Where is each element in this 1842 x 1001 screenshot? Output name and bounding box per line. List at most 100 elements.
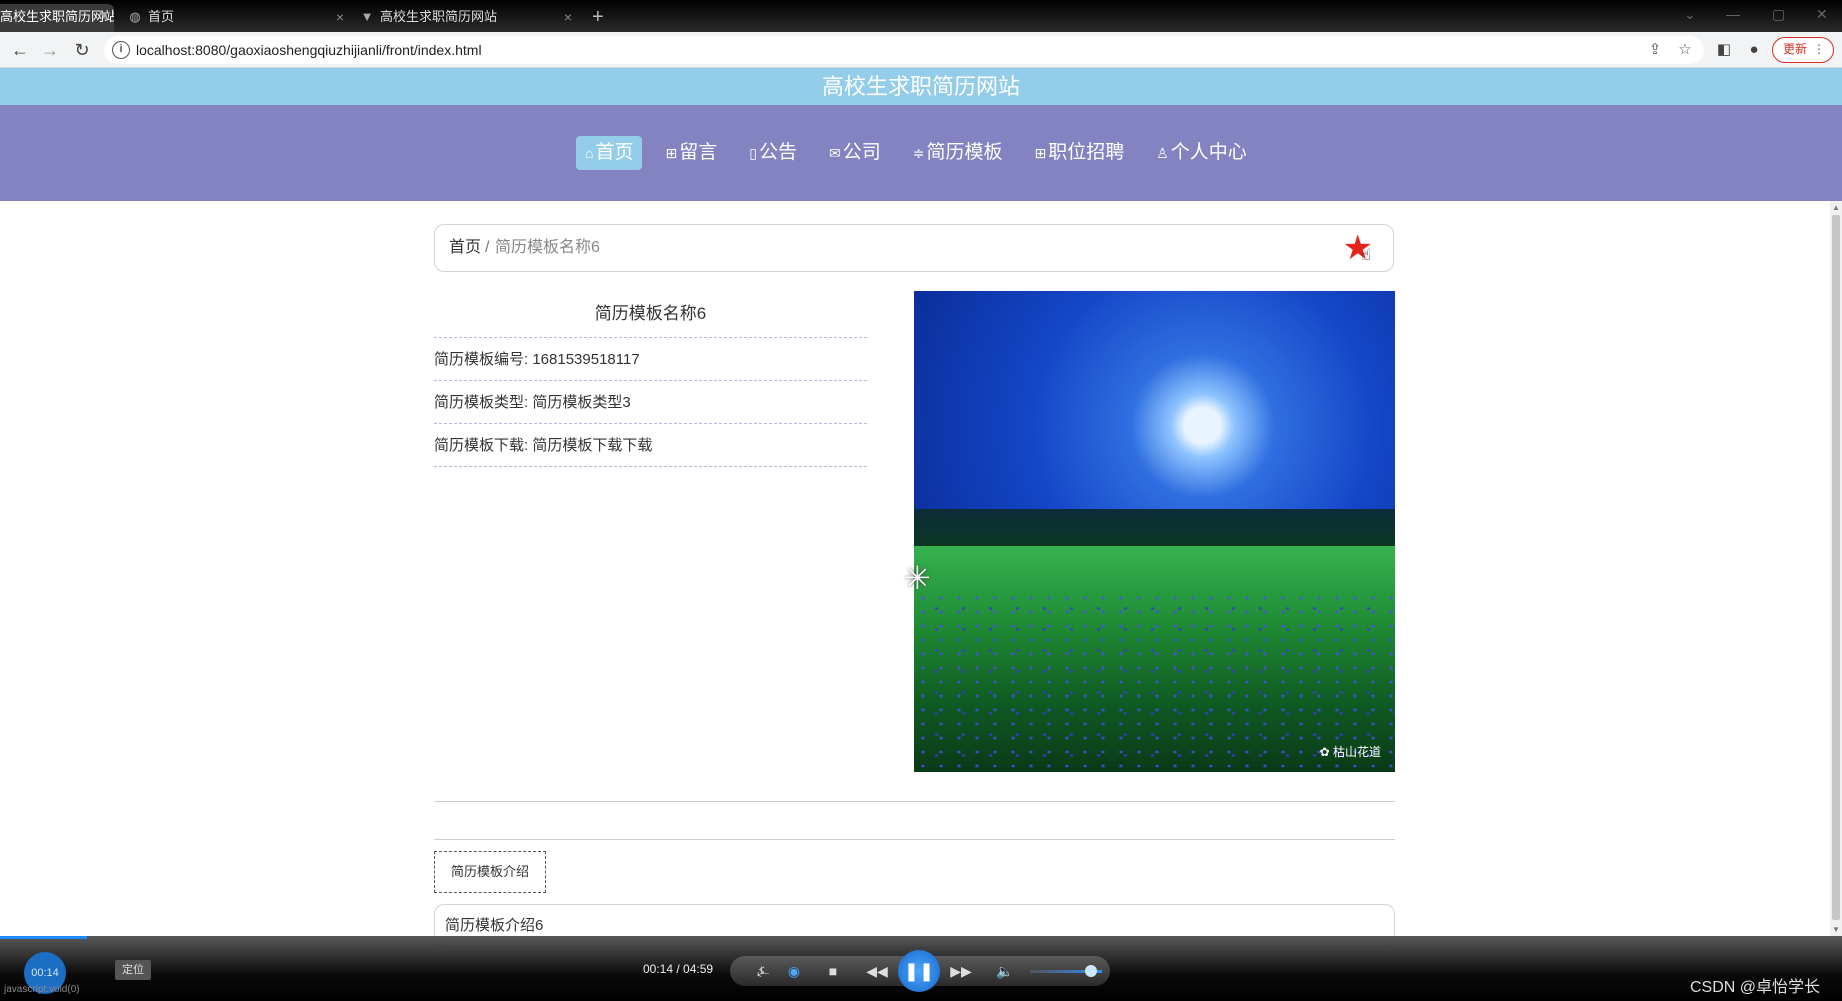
mail-icon: ✉ <box>828 145 841 161</box>
close-icon[interactable]: × <box>564 4 572 30</box>
site-title: 高校生求职简历网站 <box>821 74 1020 99</box>
wechat-icon: ✿ <box>1319 745 1330 759</box>
breadcrumb-separator: / <box>485 239 490 256</box>
volume-icon[interactable]: 🔈 <box>994 960 1016 982</box>
playback-time: 00:14 / 04:59 <box>643 962 714 976</box>
nav-label: 职位招聘 <box>1048 142 1125 163</box>
notice-icon: ▯ <box>749 145 757 161</box>
browser-tab-strip: 高校生求职简历网站 ▼ ◍ 首页 × ▼ 高校生求职简历网站 × + ⌄ — ▢ ✕ <box>0 0 1842 32</box>
breadcrumb: 首页 / 简历模板名称6 ★ ☝ <box>434 224 1394 272</box>
loop-icon[interactable]: ◉ <box>783 960 805 982</box>
globe-icon: ◍ <box>129 9 141 24</box>
vue-logo-icon: ▼ <box>98 8 110 22</box>
template-image: ✿ 枯山花道 <box>914 291 1395 772</box>
field-label: 简历模板下载: <box>434 437 529 454</box>
template-info: 简历模板名称6 简历模板编号: 1681539518117 简历模板类型: 简历… <box>434 289 867 467</box>
nav-item-job-postings[interactable]: ⊞ 职位招聘 <box>1025 136 1133 170</box>
user-icon: ♙ <box>1156 145 1169 161</box>
screen: 高校生求职简历网站 ▼ ◍ 首页 × ▼ 高校生求职简历网站 × + ⌄ — ▢ ✕… <box>0 0 1842 1001</box>
nav-list: ⌂ 首页 ⊞ 留言 ▯ 公告 ✉ 公司 ≑ 简历模板 ⊞ 职位招聘 ♙ 个人中心 <box>576 136 1256 170</box>
reload-icon[interactable]: ↻ <box>70 38 94 62</box>
locate-button[interactable]: 定位 <box>115 960 151 980</box>
back-icon[interactable]: ← <box>8 38 32 62</box>
field-template-download: 简历模板下载: 简历模板下载下载 <box>434 424 867 467</box>
minimize-icon[interactable]: — <box>1726 6 1740 22</box>
scroll-down-icon[interactable]: ▼ <box>1830 925 1842 934</box>
update-label: 更新 <box>1783 42 1808 56</box>
forward-icon[interactable]: → <box>38 38 62 62</box>
chevron-down-icon[interactable]: ⌄ <box>1684 6 1696 23</box>
nav-label: 留言 <box>679 142 718 163</box>
breadcrumb-home-link[interactable]: 首页 <box>449 225 481 271</box>
field-label: 简历模板类型: <box>434 394 529 411</box>
nav-label: 个人中心 <box>1170 142 1247 163</box>
pause-button[interactable]: ❚❚ <box>898 950 940 992</box>
update-button[interactable]: 更新 ⋮ <box>1772 37 1834 63</box>
nav-label: 公司 <box>842 142 881 163</box>
browser-toolbar: ← → ↻ i localhost:8080/gaoxiaoshengqiuzh… <box>0 32 1842 68</box>
scroll-up-icon[interactable]: ▲ <box>1830 203 1842 212</box>
tab-title: 首页 <box>148 9 175 24</box>
scrollbar-thumb[interactable] <box>1832 215 1840 920</box>
field-template-number: 简历模板编号: 1681539518117 <box>434 338 867 381</box>
nav-item-messages[interactable]: ⊞ 留言 <box>656 136 726 170</box>
field-value: 1681539518117 <box>532 351 640 368</box>
playback-progress[interactable] <box>0 936 1842 939</box>
download-link[interactable]: 简历模板下载下载 <box>532 437 652 454</box>
nav-item-home[interactable]: ⌂ 首页 <box>576 136 643 170</box>
nav-label: 首页 <box>595 142 634 163</box>
loading-spinner-icon: ✳ <box>904 560 931 596</box>
nav-label: 公告 <box>758 142 797 163</box>
rewind-icon[interactable]: ◀◀ <box>866 960 888 982</box>
tab-title: 高校生求职简历网站 <box>0 9 114 24</box>
home-icon: ⌂ <box>585 145 594 161</box>
vue-logo-icon: ▼ <box>360 9 374 24</box>
hand-cursor-icon: ☝ <box>1361 247 1371 264</box>
divider <box>434 801 1395 802</box>
tab-template-intro[interactable]: 简历模板介绍 <box>434 851 546 893</box>
profile-icon[interactable]: ● <box>1742 38 1766 62</box>
watermark-brand: CSDN @卓怡学长 <box>1690 979 1821 996</box>
breadcrumb-current: 简历模板名称6 <box>495 239 600 256</box>
url-text[interactable]: localhost:8080/gaoxiaoshengqiuzhijianli/… <box>136 36 482 64</box>
field-template-type: 简历模板类型: 简历模板类型3 <box>434 381 867 424</box>
nav-item-resume-templates[interactable]: ≑ 简历模板 <box>904 136 1012 170</box>
watermark-text: 枯山花道 <box>1332 745 1381 759</box>
site-title-bar: 高校生求职简历网站 <box>0 68 1842 105</box>
new-tab-button[interactable]: + <box>592 4 604 30</box>
divider <box>434 839 1395 840</box>
status-bar-text: javascript:void(0) <box>4 984 80 995</box>
video-player-bar: 00:14 定位 javascript:void(0) 00:14 / 04:5… <box>0 936 1842 1001</box>
list-icon: ≑ <box>912 145 925 161</box>
volume-knob[interactable] <box>1085 965 1097 977</box>
browser-tab-active[interactable]: 高校生求职简历网站 <box>0 4 114 32</box>
browser-tab-site[interactable]: ▼ 高校生求职简历网站 × <box>360 4 580 32</box>
grid-icon: ⊞ <box>1034 145 1047 161</box>
bookmark-star-icon[interactable]: ☆ <box>1675 40 1695 60</box>
fast-forward-icon[interactable]: ▶▶ <box>950 960 972 982</box>
nav-item-personal-center[interactable]: ♙ 个人中心 <box>1147 136 1256 170</box>
nav-label: 简历模板 <box>926 142 1003 163</box>
image-watermark: ✿ 枯山花道 <box>1320 743 1381 760</box>
message-icon: ⊞ <box>665 145 678 161</box>
tab-title: 高校生求职简历网站 <box>380 9 498 24</box>
progress-fill <box>0 936 87 939</box>
nav-item-companies[interactable]: ✉ 公司 <box>820 136 890 170</box>
browser-tab-home[interactable]: ◍ 首页 × <box>128 4 352 32</box>
site-info-icon[interactable]: i <box>112 41 130 59</box>
main-nav: ⌂ 首页 ⊞ 留言 ▯ 公告 ✉ 公司 ≑ 简历模板 ⊞ 职位招聘 ♙ 个人中心 <box>0 105 1842 201</box>
side-panel-icon[interactable]: ◧ <box>1712 38 1736 62</box>
maximize-icon[interactable]: ▢ <box>1772 6 1785 23</box>
menu-dots-icon: ⋮ <box>1813 42 1825 56</box>
close-icon[interactable]: × <box>336 4 344 30</box>
page-scrollbar[interactable]: ▲ ▼ <box>1830 201 1842 936</box>
field-value: 简历模板类型3 <box>532 394 631 411</box>
close-window-icon[interactable]: ✕ <box>1816 6 1828 23</box>
share-icon[interactable]: ⇪ <box>1645 40 1665 60</box>
settings-icon[interactable]: ⍼ <box>752 960 774 982</box>
field-label: 简历模板编号: <box>434 351 529 368</box>
stop-icon[interactable]: ■ <box>822 960 844 982</box>
nav-item-notices[interactable]: ▯ 公告 <box>740 136 806 170</box>
address-bar[interactable]: i localhost:8080/gaoxiaoshengqiuzhijianl… <box>104 36 1704 64</box>
template-title: 简历模板名称6 <box>434 289 867 338</box>
